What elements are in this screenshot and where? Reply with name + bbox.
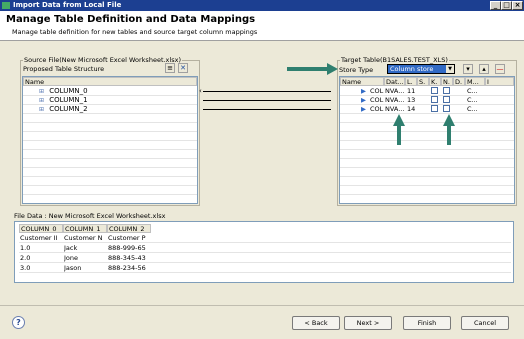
table-cell: Jone <box>64 254 79 262</box>
arrow-to-store-type-icon <box>287 63 338 75</box>
footer-divider <box>0 305 524 306</box>
table-cell: Customer II <box>20 234 58 242</box>
arrow-to-checkbox-icon <box>443 114 455 145</box>
file-data-header: COLUMN_1 <box>63 224 107 233</box>
table-row[interactable]: 3.0 Jason 888-234-56 <box>19 264 511 273</box>
table-row[interactable]: 2.0 Jone 888-345-43 <box>19 254 511 263</box>
table-row[interactable]: Customer II Customer N Customer P <box>19 234 511 243</box>
table-cell: Customer P <box>108 234 146 242</box>
finish-button[interactable]: Finish <box>403 316 451 330</box>
table-cell: Customer N <box>64 234 103 242</box>
file-data-header: COLUMN_0 <box>19 224 63 233</box>
help-icon[interactable]: ? <box>12 316 25 329</box>
table-cell: 888-234-56 <box>108 264 146 272</box>
cancel-button[interactable]: Cancel <box>461 316 509 330</box>
next-button[interactable]: Next > <box>344 316 392 330</box>
table-cell: Jack <box>64 244 78 252</box>
arrow-to-datatype-icon <box>393 114 405 145</box>
table-cell: 2.0 <box>20 254 31 262</box>
file-data-table: COLUMN_0 COLUMN_1 COLUMN_2 Customer II C… <box>14 221 514 283</box>
annotation-arrows <box>287 63 455 145</box>
file-data-header: COLUMN_2 <box>107 224 151 233</box>
table-cell: 3.0 <box>20 264 31 272</box>
table-cell: 888-345-43 <box>108 254 146 262</box>
table-cell: 1.0 <box>20 244 31 252</box>
table-cell: 888-999-65 <box>108 244 146 252</box>
table-row[interactable]: 1.0 Jack 888-999-65 <box>19 244 511 253</box>
file-data-label: File Data : New Microsoft Excel Workshee… <box>14 212 166 220</box>
table-cell: Jason <box>64 264 82 272</box>
back-button[interactable]: < Back <box>292 316 340 330</box>
